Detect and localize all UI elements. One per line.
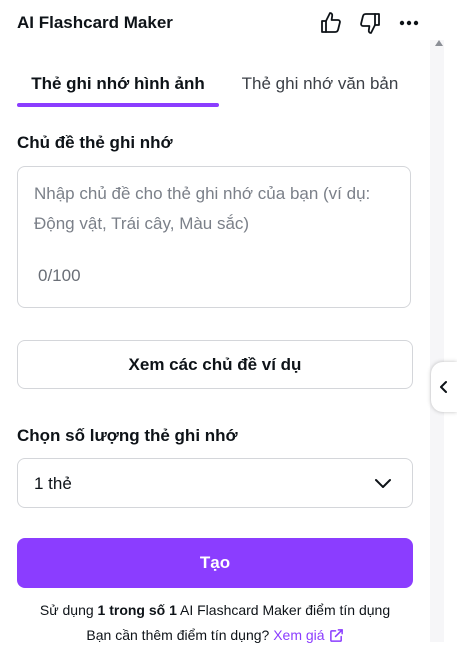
- scrollbar-track[interactable]: [430, 40, 444, 642]
- usage-count: 1 trong số 1: [97, 602, 177, 618]
- usage-prefix: Sử dụng: [39, 602, 98, 618]
- usage-suffix: AI Flashcard Maker điểm tín dụng: [176, 602, 391, 618]
- view-pricing-label: Xem giá: [273, 627, 325, 643]
- more-horizontal-icon: [399, 20, 419, 26]
- card-count-label: Chọn số lượng thẻ ghi nhớ: [17, 426, 238, 445]
- card-count-value: 1 thẻ: [34, 474, 72, 493]
- active-tab-indicator: [17, 103, 219, 107]
- topic-placeholder: Nhập chủ đề cho thẻ ghi nhớ của bạn (ví …: [34, 184, 371, 233]
- panel-header: AI Flashcard Maker: [17, 0, 427, 46]
- more-options-button[interactable]: [391, 5, 427, 41]
- like-button[interactable]: [313, 5, 349, 41]
- scroll-up-arrow-icon[interactable]: [435, 40, 443, 46]
- thumbs-up-icon: [321, 12, 341, 33]
- need-more-label: Bạn cần thêm điểm tín dụng?: [86, 627, 274, 643]
- view-example-topics-button[interactable]: Xem các chủ đề ví dụ: [17, 340, 413, 389]
- chevron-left-icon: [440, 381, 447, 393]
- create-button[interactable]: Tạo: [17, 538, 413, 588]
- card-count-select[interactable]: 1 thẻ: [17, 458, 413, 508]
- app-title: AI Flashcard Maker: [17, 13, 173, 32]
- view-pricing-link[interactable]: Xem giá: [273, 627, 343, 643]
- need-more-credits-text: Bạn cần thêm điểm tín dụng? Xem giá: [17, 625, 413, 645]
- collapse-panel-button[interactable]: [431, 362, 457, 412]
- dislike-button[interactable]: [352, 5, 388, 41]
- credit-usage-text: Sử dụng 1 trong số 1 AI Flashcard Maker …: [17, 600, 413, 620]
- topic-input[interactable]: Nhập chủ đề cho thẻ ghi nhớ của bạn (ví …: [17, 166, 411, 308]
- flashcard-type-tabs: Thẻ ghi nhớ hình ảnh Thẻ ghi nhớ văn bản: [17, 66, 413, 108]
- tab-image-flashcards[interactable]: Thẻ ghi nhớ hình ảnh: [17, 66, 219, 104]
- topic-label: Chủ đề thẻ ghi nhớ: [17, 133, 173, 152]
- thumbs-down-icon: [360, 13, 380, 34]
- chevron-down-icon: [375, 479, 391, 488]
- external-link-icon: [329, 629, 343, 642]
- tab-text-flashcards[interactable]: Thẻ ghi nhớ văn bản: [227, 66, 413, 104]
- flashcard-panel: AI Flashcard Maker Thẻ ghi nhớ hình ảnh …: [0, 0, 430, 645]
- char-counter: 0/100: [38, 266, 81, 285]
